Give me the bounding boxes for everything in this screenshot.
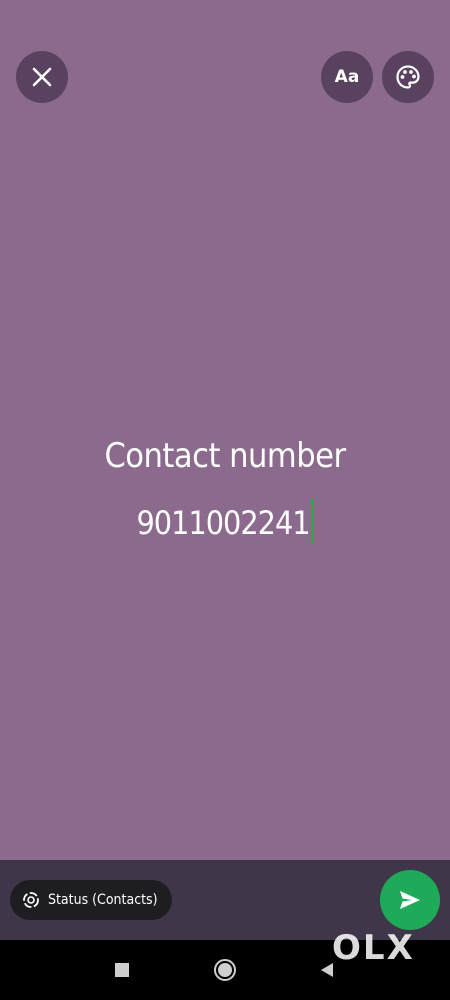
status-text-line-1[interactable]: Contact number [0,436,450,476]
recents-button[interactable] [108,956,136,984]
status-audience-button[interactable]: Status (Contacts) [10,880,172,920]
close-icon [32,67,52,87]
palette-icon [396,65,420,89]
home-button[interactable] [211,956,239,984]
font-style-button[interactable]: Aa [321,51,373,103]
circle-icon [214,959,236,981]
status-text-line-2[interactable]: 9011002241 [0,498,450,548]
status-audience-label: Status (Contacts) [48,892,158,908]
color-palette-button[interactable] [382,51,434,103]
font-button-label: Aa [334,67,360,87]
send-icon [400,891,420,909]
contact-number-text: 9011002241 [136,504,310,542]
close-button[interactable] [16,51,68,103]
text-cursor [310,498,314,544]
square-icon [115,963,129,977]
status-ring-icon [23,892,39,908]
status-canvas[interactable]: Aa Contact number 9011002241 [0,0,450,860]
send-button[interactable] [380,870,440,930]
olx-watermark: OLX [332,928,415,968]
